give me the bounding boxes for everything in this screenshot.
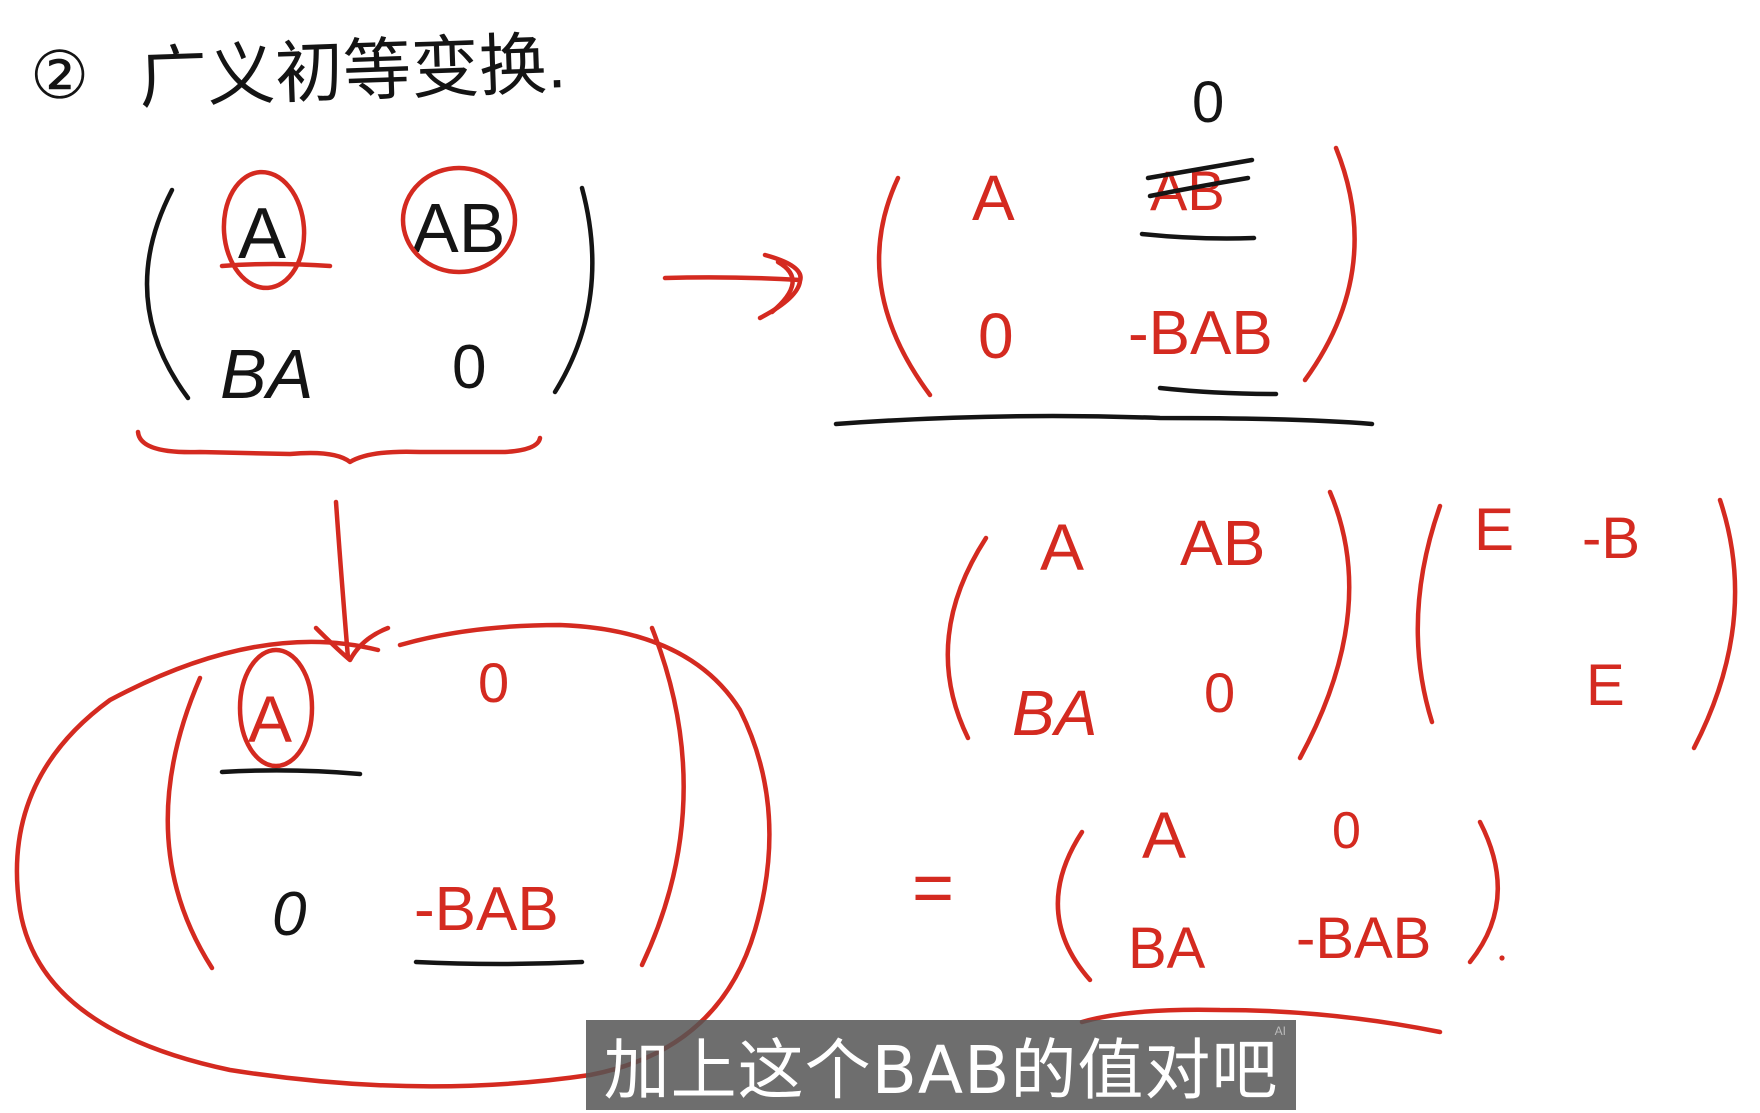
matrix-start: A AB BA 0 <box>135 165 595 465</box>
m2-neg-b: -B <box>1582 506 1640 571</box>
underline-neg-bab <box>413 959 585 967</box>
m1-left-paren <box>945 535 989 741</box>
left-paren <box>876 175 933 398</box>
heading-number: ② <box>30 38 89 112</box>
right-paren <box>1302 145 1357 383</box>
m1-ba: BA <box>1012 677 1097 749</box>
entry-zero-top: 0 <box>478 651 509 714</box>
subtitle-caption: 加上这个BAB的值对吧 AI <box>586 1020 1296 1110</box>
m2-e-top: E <box>1474 496 1514 563</box>
arrow-down <box>313 499 391 663</box>
m1-a: A <box>1040 510 1084 584</box>
result-left-paren <box>1055 829 1093 983</box>
entry-neg-bab: -BAB <box>1128 299 1273 368</box>
subtitle-text: 加上这个BAB的值对吧 <box>603 1032 1279 1109</box>
entry-zero: 0 <box>978 300 1014 372</box>
result-right-paren <box>1467 819 1501 965</box>
arrow-right <box>662 252 803 321</box>
m1-right-paren <box>1297 489 1352 761</box>
underline-a <box>219 768 363 777</box>
m1-ab: AB <box>1180 507 1265 579</box>
underline-a <box>219 261 333 269</box>
left-paren <box>165 675 215 971</box>
product-verification: A AB BA 0 E -B E = A 0 BA -BAB <box>912 489 1738 1035</box>
ai-badge: AI <box>1274 1024 1286 1038</box>
result-ba: BA <box>1128 916 1206 981</box>
right-paren <box>552 185 595 395</box>
m2-right-paren <box>1691 497 1738 751</box>
right-paren <box>639 625 686 968</box>
long-underline <box>833 413 1375 427</box>
result-neg-bab: -BAB <box>1296 906 1431 971</box>
equals-sign: = <box>912 848 954 928</box>
heading: ② 广义初等变换. <box>30 26 567 117</box>
entry-zero: 0 <box>452 333 486 402</box>
result-a: A <box>1142 798 1186 872</box>
left-paren <box>144 187 191 401</box>
entry-new-zero: 0 <box>1192 70 1224 135</box>
entry-a: A <box>248 682 292 756</box>
entry-ab: AB <box>412 189 505 267</box>
whiteboard-canvas: ② 广义初等变换. A AB BA 0 A AB 0 0 -BAB A 0 0 … <box>14 26 1738 1089</box>
heading-title: 广义初等变换. <box>138 26 567 117</box>
entry-a: A <box>972 162 1015 234</box>
result-zero: 0 <box>1332 802 1361 860</box>
m1-zero: 0 <box>1204 661 1235 724</box>
entry-neg-bab: -BAB <box>414 875 559 944</box>
m2-e-bottom: E <box>1586 653 1625 718</box>
matrix-right: A AB 0 0 -BAB <box>833 70 1375 427</box>
entry-zero-bottom: 0 <box>272 880 306 949</box>
brace-under-start <box>135 429 543 465</box>
m2-left-paren <box>1415 503 1443 725</box>
underline-neg-bab <box>1157 385 1279 397</box>
result-period <box>1499 955 1505 961</box>
entry-ba: BA <box>220 335 313 413</box>
underline-ab <box>1139 231 1257 241</box>
